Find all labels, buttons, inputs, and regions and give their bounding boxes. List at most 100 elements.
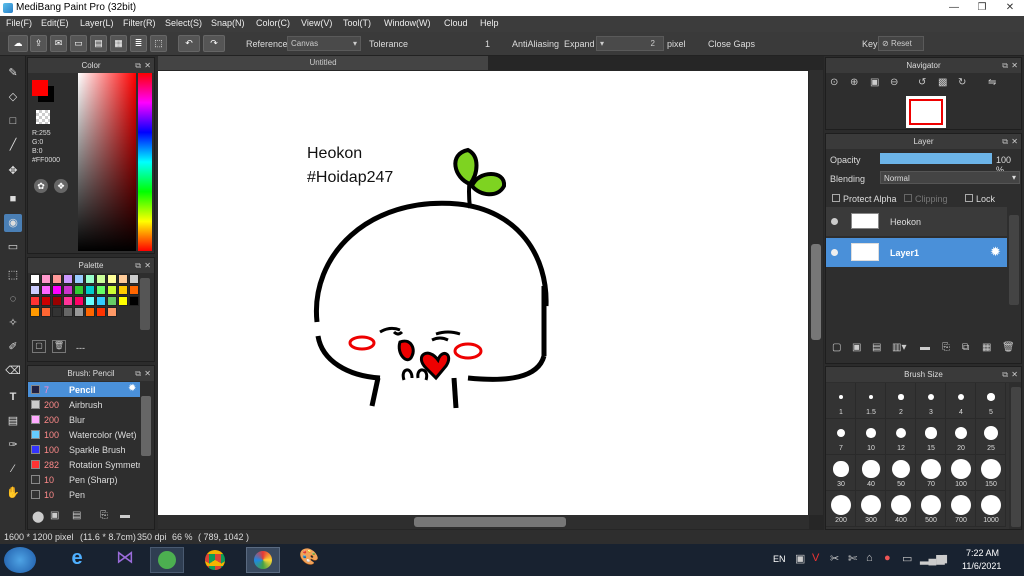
close-icon[interactable]: ✕ — [1011, 367, 1018, 382]
divide-tool-icon[interactable]: ▤ — [4, 412, 22, 430]
undo-icon[interactable]: ↶ — [178, 35, 200, 52]
merge-layer-icon[interactable]: ⧉ — [962, 342, 969, 353]
brush-item[interactable]: 10 Pen (Sharp) — [28, 472, 140, 487]
expand-input[interactable]: ▾ 2 — [596, 36, 664, 51]
lasso-icon[interactable]: ◌ — [4, 290, 22, 308]
menu-tool[interactable]: Tool(T) — [343, 18, 371, 28]
brush-scrollbar[interactable] — [141, 396, 151, 456]
palette-swatch[interactable] — [63, 296, 73, 306]
brush-item[interactable]: 200 Blur — [28, 412, 140, 427]
text-tool-icon[interactable]: T — [4, 388, 22, 406]
palette-swatch[interactable] — [118, 296, 128, 306]
palette-swatch[interactable] — [41, 285, 51, 295]
grid-icon[interactable]: ▦ — [110, 35, 127, 52]
hue-slider[interactable] — [138, 73, 152, 251]
brush-copy-icon[interactable]: ⎘ — [100, 510, 108, 521]
brush-item[interactable]: 100 Watercolor (Wet) — [28, 427, 140, 442]
flip-icon[interactable]: ⇋ — [988, 77, 996, 88]
close-button[interactable]: ✕ — [996, 0, 1024, 16]
magic-wand-icon[interactable]: ✧ — [4, 314, 22, 332]
list-icon[interactable]: ≣ — [130, 35, 147, 52]
menu-layer[interactable]: Layer(L) — [80, 18, 114, 28]
palette-swatch[interactable] — [85, 296, 95, 306]
palette-swatch[interactable] — [96, 307, 106, 317]
menu-window[interactable]: Window(W) — [384, 18, 431, 28]
palette-swatch[interactable] — [96, 296, 106, 306]
crop-icon[interactable]: ⬚ — [150, 35, 167, 52]
palette-swatch[interactable] — [52, 285, 62, 295]
eraser-tool-icon[interactable]: ◇ — [4, 88, 22, 106]
folder-icon[interactable]: ▬ — [920, 342, 930, 353]
new-palette-icon[interactable]: ▢ — [32, 340, 46, 353]
reference-select[interactable]: Canvas ▾ — [287, 36, 361, 51]
palette-swatch[interactable] — [107, 296, 117, 306]
palette-swatch[interactable] — [30, 296, 40, 306]
internet-explorer-icon[interactable]: e — [60, 547, 94, 573]
clock-date[interactable]: 11/6/2021 — [962, 561, 1001, 571]
brush-size-cell[interactable]: 400 — [886, 491, 916, 527]
brush-item[interactable]: 282 Rotation Symmetry — [28, 457, 140, 472]
lock-checkbox[interactable] — [965, 194, 973, 202]
menu-edit[interactable]: Edit(E) — [41, 18, 69, 28]
popout-icon[interactable]: ⧉ — [1002, 367, 1008, 382]
palette-swatch[interactable] — [85, 307, 95, 317]
zoom-fit-icon[interactable]: ⊙ — [830, 77, 838, 88]
gear-icon[interactable]: ✹ — [990, 244, 1001, 260]
palette-swatch[interactable] — [30, 274, 40, 284]
popout-icon[interactable]: ⧉ — [1002, 58, 1008, 73]
brush-size-cell[interactable]: 30 — [826, 455, 856, 491]
palette-swatch[interactable] — [85, 274, 95, 284]
select-eraser-icon[interactable]: ⌫ — [4, 362, 22, 380]
paint-icon[interactable]: 🎨 — [292, 547, 326, 573]
saturation-value-picker[interactable] — [78, 73, 136, 251]
menu-snap[interactable]: Snap(N) — [211, 18, 245, 28]
hand-tool-icon[interactable]: ✋ — [4, 484, 22, 502]
brush-size-cell[interactable]: 50 — [886, 455, 916, 491]
popout-icon[interactable]: ⧉ — [135, 258, 141, 273]
palette-swatch[interactable] — [107, 307, 117, 317]
tray-scissors-icon[interactable]: ✄ — [848, 552, 857, 565]
menu-color[interactable]: Color(C) — [256, 18, 290, 28]
trash-icon[interactable]: 🗑 — [1002, 342, 1015, 353]
bucket-tool-icon[interactable]: ◉ — [4, 214, 22, 232]
brush-folder2-icon[interactable]: ▬ — [120, 510, 130, 521]
brush-item[interactable]: 7 Pencil ✹ — [28, 382, 140, 397]
rotate-right-icon[interactable]: ↻ — [958, 77, 966, 88]
copy-layer-icon[interactable]: ⎘ — [942, 342, 950, 353]
palette-swatch[interactable] — [63, 285, 73, 295]
popout-icon[interactable]: ⧉ — [1002, 134, 1008, 149]
fit-screen-icon[interactable]: ▣ — [870, 77, 879, 88]
move-tool-icon[interactable]: ✥ — [4, 162, 22, 180]
palette-swatch[interactable] — [41, 307, 51, 317]
brush-size-cell[interactable]: 300 — [856, 491, 886, 527]
menu-view[interactable]: View(V) — [301, 18, 332, 28]
menu-select[interactable]: Select(S) — [165, 18, 202, 28]
brush-size-cell[interactable]: 500 — [916, 491, 946, 527]
close-icon[interactable]: ✕ — [144, 58, 151, 73]
tray-network-icon[interactable]: ⌂ — [866, 552, 873, 564]
document-icon[interactable]: ▤ — [90, 35, 107, 52]
horizontal-scrollbar[interactable] — [158, 515, 809, 529]
palette-swatch[interactable] — [41, 274, 51, 284]
navigator-viewport[interactable] — [909, 99, 943, 125]
pipette-icon[interactable]: ⁄ — [4, 460, 22, 478]
comment-icon[interactable]: ✉ — [50, 35, 67, 52]
layer-settings-icon[interactable]: ▦ — [982, 342, 991, 353]
layer-row-layer1[interactable]: Layer1 ✹ — [826, 238, 1007, 267]
eye-icon[interactable] — [831, 218, 838, 225]
trash-icon[interactable]: 🗑 — [52, 340, 66, 353]
palette-swatch[interactable] — [96, 285, 106, 295]
close-icon[interactable]: ✕ — [144, 366, 151, 381]
close-icon[interactable]: ✕ — [1011, 134, 1018, 149]
brush-size-cell[interactable]: 10 — [856, 419, 886, 455]
clipping-checkbox[interactable] — [904, 194, 912, 202]
new-layer-1bit-icon[interactable]: ▤ — [872, 342, 881, 353]
brush-size-cell[interactable]: 150 — [976, 455, 1006, 491]
close-icon[interactable]: ✕ — [144, 258, 151, 273]
rect-tool-icon[interactable]: □ — [4, 112, 22, 130]
palette-swatch[interactable] — [63, 274, 73, 284]
brush-size-cell[interactable]: 15 — [916, 419, 946, 455]
palette-swatch[interactable] — [41, 296, 51, 306]
gear-icon[interactable]: ✹ — [128, 383, 136, 394]
document-canvas[interactable]: Heokon #Hoidap247 — [158, 71, 808, 515]
